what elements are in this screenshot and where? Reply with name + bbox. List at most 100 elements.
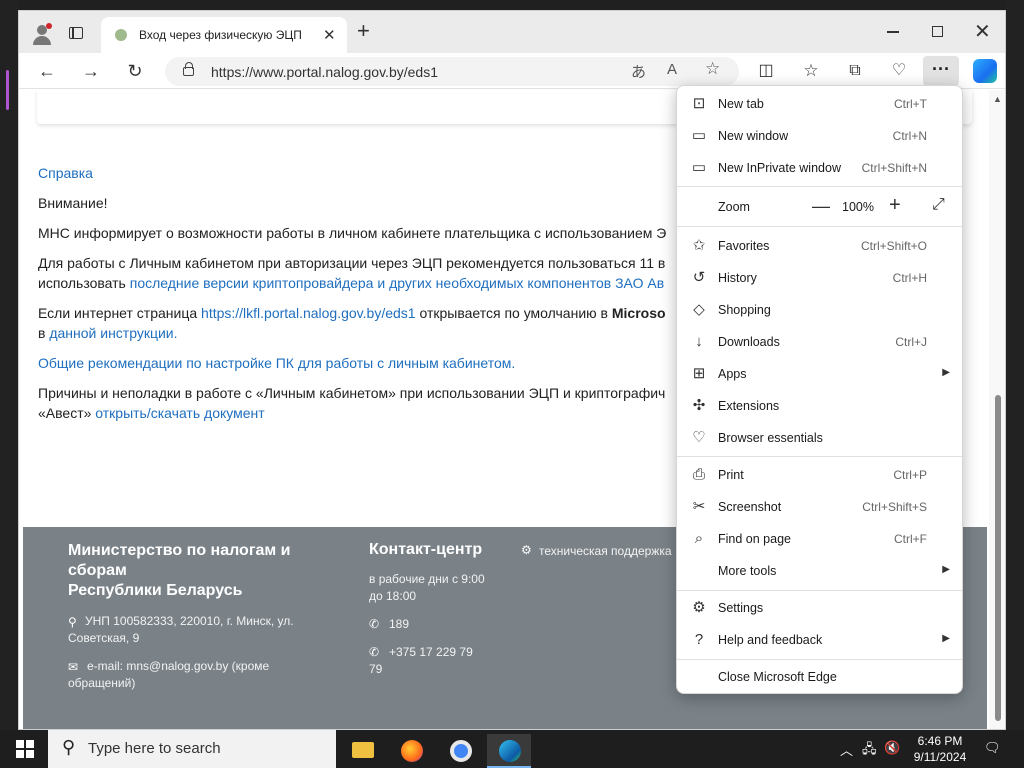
menu-item-close-edge[interactable]: Close Microsoft Edge xyxy=(677,661,962,693)
inprivate-icon: ▭ xyxy=(691,159,707,176)
gear-icon: ⚙ xyxy=(692,599,706,616)
scroll-up-arrow-icon[interactable]: ▲ xyxy=(993,94,1002,104)
new-tab-icon: ⊡ xyxy=(692,95,706,112)
submenu-arrow-icon: ▶ xyxy=(942,633,950,644)
working-hours: в рабочие дни с 9:00 до 18:00 xyxy=(369,572,485,603)
menu-item-settings[interactable]: ⚙ Settings xyxy=(677,592,962,624)
translate-icon[interactable]: あ xyxy=(631,61,646,82)
favorite-star-icon[interactable]: ☆ xyxy=(705,59,720,79)
network-icon[interactable]: 🖧 xyxy=(862,740,877,762)
back-arrow-icon[interactable]: ← xyxy=(35,59,59,83)
menu-separator xyxy=(677,456,962,457)
download-icon: ↓ xyxy=(695,333,703,350)
lkfl-link[interactable]: https://lkfl.portal.nalog.gov.by/eds1 xyxy=(201,305,416,321)
help-link[interactable]: Справка xyxy=(38,163,93,183)
background-window-accent xyxy=(6,70,9,110)
contact-center-title: Контакт-центр xyxy=(369,541,483,558)
info-paragraph-2: Для работы с Личным кабинетом при автори… xyxy=(38,255,666,271)
browser-toolbar: ← → ↻ https://www.portal.nalog.gov.by/ed… xyxy=(19,53,1005,89)
submenu-arrow-icon: ▶ xyxy=(942,564,950,575)
tab-title: Вход через физическую ЭЦП xyxy=(139,28,302,42)
menu-separator xyxy=(677,590,962,591)
menu-separator xyxy=(677,186,962,187)
ministry-address: УНП 100582333, 220010, г. Минск, ул. Сов… xyxy=(68,614,294,645)
system-clock[interactable]: 6:46 PM 9/11/2024 xyxy=(910,733,970,765)
url-text[interactable]: https://www.portal.nalog.gov.by/eds1 xyxy=(211,64,438,80)
windows-start-icon[interactable] xyxy=(16,740,34,758)
notifications-icon[interactable]: 🗨 xyxy=(984,740,1001,756)
address-bar[interactable]: https://www.portal.nalog.gov.by/eds1 あ A… xyxy=(165,57,739,86)
read-aloud-icon[interactable]: A xyxy=(667,61,677,78)
menu-item-favorites[interactable]: ✩ Favorites Ctrl+Shift+O xyxy=(677,230,962,262)
pc-settings-link[interactable]: Общие рекомендации по настройке ПК для р… xyxy=(38,353,515,373)
menu-item-print[interactable]: ⎙ Print Ctrl+P xyxy=(677,459,962,491)
tab-actions-icon[interactable] xyxy=(69,27,83,39)
info-paragraph-5b: «Авест» открыть/скачать документ xyxy=(38,405,265,421)
phone-icon: ✆ xyxy=(369,617,380,631)
info-paragraph-5: Причины и неполадки в работе с «Личным к… xyxy=(38,385,666,401)
show-hidden-icons-chevron-icon[interactable]: ︿ xyxy=(840,740,853,759)
menu-separator xyxy=(677,659,962,660)
minimize-icon[interactable] xyxy=(887,31,899,33)
zoom-out-icon[interactable]: — xyxy=(812,196,830,217)
desktop-background xyxy=(0,0,1024,10)
split-screen-icon[interactable]: ◫ xyxy=(754,59,778,83)
menu-item-help-feedback[interactable]: ? Help and feedback ▶ xyxy=(677,624,962,656)
edge-icon[interactable] xyxy=(487,734,531,768)
support-icon: ⚙ xyxy=(521,543,532,557)
ministry-email: e-mail: mns@nalog.gov.by (кроме обращени… xyxy=(68,659,270,690)
settings-menu: ⊡ New tab Ctrl+T ▭ New window Ctrl+N ▭ N… xyxy=(676,85,963,694)
settings-and-more-button[interactable]: ··· xyxy=(923,56,959,86)
profile-icon[interactable] xyxy=(31,23,53,45)
search-placeholder: Type here to search xyxy=(88,740,221,757)
menu-item-browser-essentials[interactable]: ♡ Browser essentials xyxy=(677,422,962,454)
volume-icon[interactable]: 🔇 xyxy=(884,740,900,756)
history-icon: ↺ xyxy=(692,269,706,286)
menu-item-inprivate[interactable]: ▭ New InPrivate window Ctrl+Shift+N xyxy=(677,152,962,184)
favorites-list-icon[interactable]: ☆ xyxy=(799,59,823,83)
page-scrollbar[interactable]: ▲ xyxy=(989,90,1005,729)
collections-icon[interactable]: ⧉ xyxy=(843,59,867,83)
chrome-icon[interactable] xyxy=(438,734,482,768)
crypto-provider-link[interactable]: последние версии криптопровайдера и друг… xyxy=(130,275,664,291)
copilot-icon[interactable] xyxy=(973,59,997,83)
menu-item-apps[interactable]: ⊞ Apps ▶ xyxy=(677,358,962,390)
menu-item-screenshot[interactable]: ✂ Screenshot Ctrl+Shift+S xyxy=(677,491,962,523)
download-document-link[interactable]: открыть/скачать документ xyxy=(95,405,264,421)
menu-item-history[interactable]: ↺ History Ctrl+H xyxy=(677,262,962,294)
new-window-icon: ▭ xyxy=(691,127,707,144)
lock-icon[interactable] xyxy=(183,62,194,76)
new-tab-plus-icon[interactable]: + xyxy=(357,20,370,42)
refresh-icon[interactable]: ↻ xyxy=(123,59,147,83)
maximize-icon[interactable] xyxy=(932,26,943,37)
instruction-link[interactable]: данной инструкции xyxy=(49,325,173,341)
profile-notification-dot xyxy=(46,23,52,29)
phone-short[interactable]: 189 xyxy=(389,616,409,633)
menu-item-more-tools[interactable]: More tools ▶ xyxy=(677,555,962,587)
taskbar-search-box[interactable]: ⚲ Type here to search xyxy=(48,730,336,768)
search-icon: ⚲ xyxy=(62,737,76,757)
submenu-arrow-icon: ▶ xyxy=(942,367,950,378)
file-explorer-icon[interactable] xyxy=(340,734,384,768)
menu-separator xyxy=(677,226,962,227)
menu-item-new-tab[interactable]: ⊡ New tab Ctrl+T xyxy=(677,88,962,120)
menu-item-find-on-page[interactable]: ⌕ Find on page Ctrl+F xyxy=(677,523,962,555)
forward-arrow-icon[interactable]: → xyxy=(79,59,103,83)
menu-item-shopping[interactable]: ◇ Shopping xyxy=(677,294,962,326)
scroll-thumb[interactable] xyxy=(995,395,1001,721)
tab-active[interactable]: Вход через физическую ЭЦП ✕ xyxy=(101,17,347,53)
browser-essentials-icon[interactable]: ♡ xyxy=(887,59,911,83)
firefox-icon[interactable] xyxy=(389,734,433,768)
fullscreen-icon[interactable]: ⤢ xyxy=(932,196,945,214)
menu-item-downloads[interactable]: ↓ Downloads Ctrl+J xyxy=(677,326,962,358)
window-close-icon[interactable]: ✕ xyxy=(974,19,991,44)
attention-text: Внимание! xyxy=(38,195,108,211)
menu-item-new-window[interactable]: ▭ New window Ctrl+N xyxy=(677,120,962,152)
tech-support-link[interactable]: техническая поддержка xyxy=(539,543,672,560)
tab-close-icon[interactable]: ✕ xyxy=(323,26,336,44)
taskbar: ⚲ Type here to search ︿ 🖧 🔇 6:46 PM 9/11… xyxy=(0,730,1024,768)
menu-item-extensions[interactable]: ✣ Extensions xyxy=(677,390,962,422)
help-icon: ? xyxy=(694,631,704,648)
phone-long[interactable]: +375 17 229 79 79 xyxy=(369,644,489,678)
zoom-in-icon[interactable]: + xyxy=(889,194,901,217)
